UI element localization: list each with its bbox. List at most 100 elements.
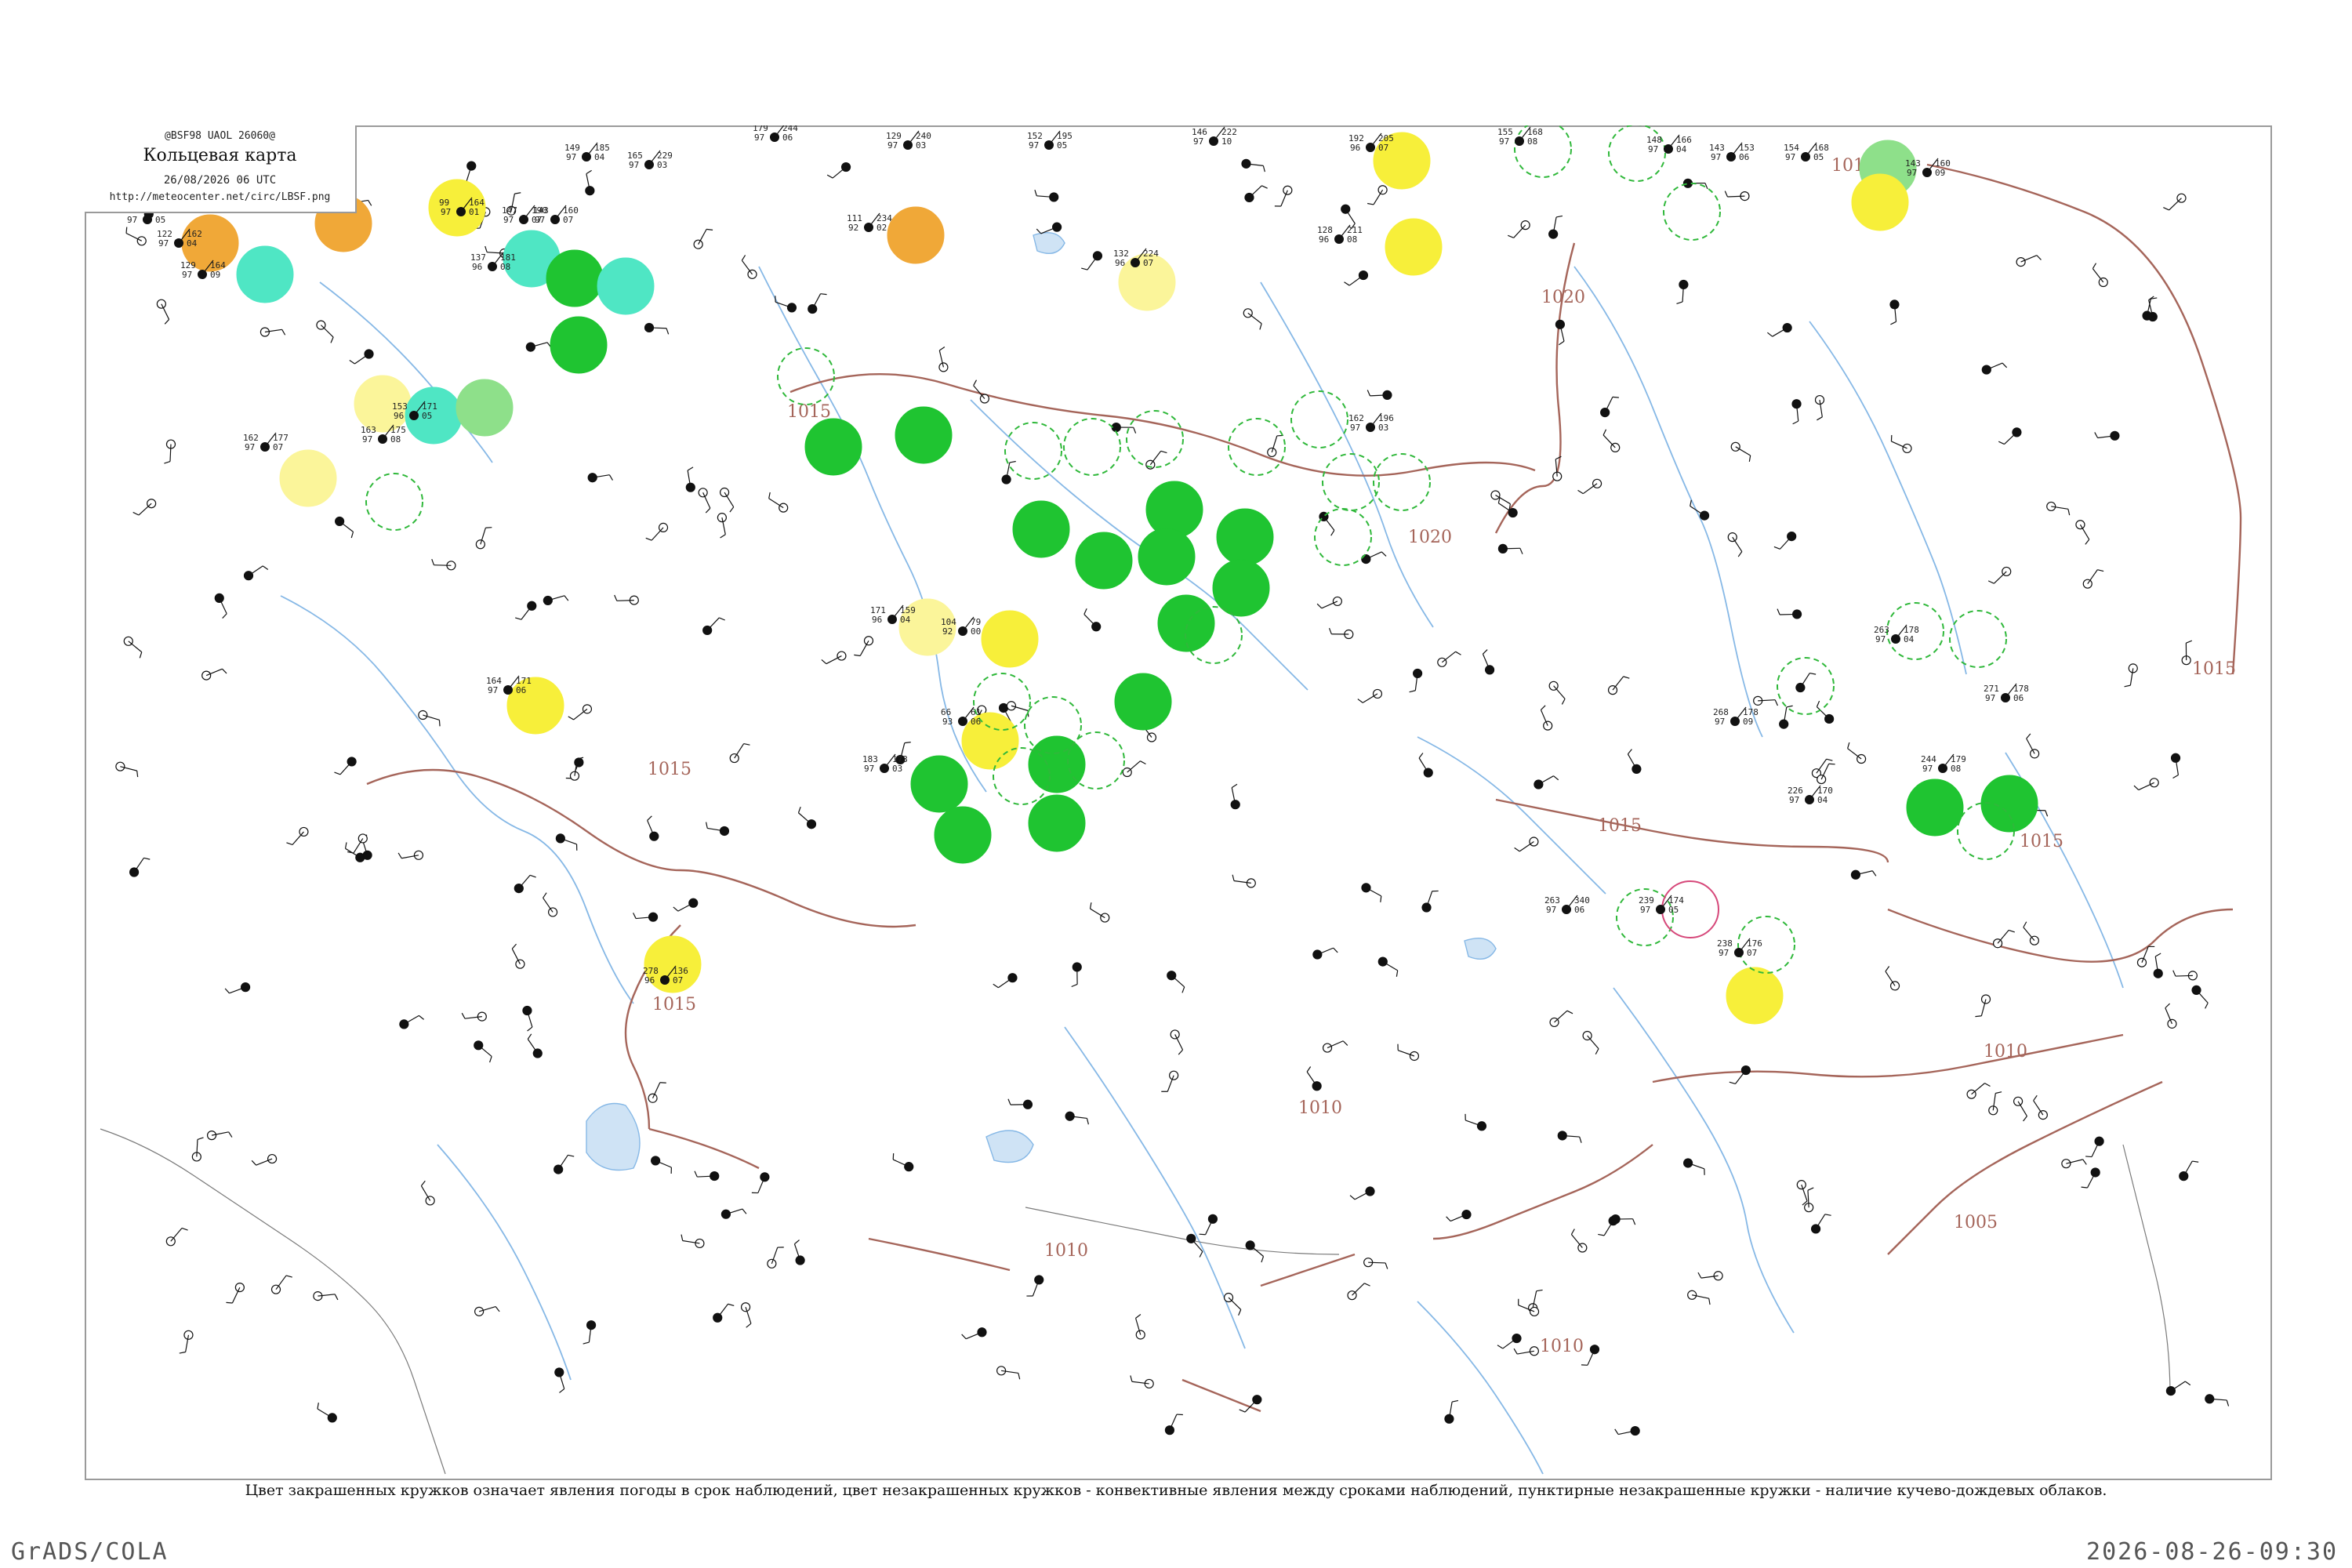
station-symbol [821, 651, 847, 665]
station-tendency: 03 [657, 160, 667, 170]
station-symbol [673, 898, 699, 912]
station-vis: 96 [394, 411, 404, 421]
station-plot: 179 24497 06 [753, 125, 798, 143]
station-symbol [1230, 783, 1240, 810]
station-tendency: 03 [892, 764, 902, 774]
station-symbol [165, 1227, 188, 1247]
weather-circle [1216, 508, 1274, 566]
station-plot: 192 20596 07 [1348, 132, 1394, 153]
station-symbol [2082, 569, 2104, 589]
isobar-label: 1015 [2192, 659, 2236, 679]
station-vis: 96 [1319, 234, 1329, 245]
station-symbol [693, 228, 713, 249]
station-symbol [2075, 520, 2090, 545]
weather-circle [1028, 735, 1086, 793]
borders [100, 1128, 2171, 1475]
station-symbol [1367, 185, 1388, 205]
station-symbol [1089, 902, 1110, 923]
station-symbol [1081, 251, 1103, 270]
station-symbol [347, 833, 368, 854]
station-tendency: 03 [1378, 423, 1388, 433]
station-symbol [316, 320, 334, 343]
station-symbol [808, 293, 827, 314]
station-symbol [206, 1131, 233, 1141]
station-symbol [694, 1171, 720, 1181]
station-vis: 97 [864, 764, 874, 774]
station-symbol [719, 487, 735, 513]
station-symbol [525, 342, 552, 352]
station-plot: 132 22496 07 [1113, 248, 1159, 268]
station-symbol [1804, 1187, 1814, 1213]
isobar-label: 1005 [1954, 1213, 1998, 1232]
station-symbol [1614, 1425, 1640, 1436]
legend-time: 26/08/2026 06 UTC [163, 174, 277, 187]
station-vis: 97 [1640, 905, 1650, 915]
station-symbol [1164, 1414, 1183, 1436]
station-symbol [1767, 322, 1792, 337]
station-symbol [1001, 460, 1016, 485]
station-symbol [1582, 1030, 1599, 1054]
station-symbol [286, 826, 309, 846]
station-vis: 97 [127, 215, 137, 225]
station-symbol [2124, 663, 2138, 688]
station-symbol [1975, 994, 1991, 1018]
station-symbol [1557, 1131, 1582, 1143]
station-symbol [648, 1082, 666, 1103]
station-symbol [1437, 651, 1461, 667]
station-tendency: 07 [273, 442, 283, 452]
station-symbol [741, 255, 757, 279]
station-symbol [2085, 1136, 2104, 1158]
station-symbol [1377, 956, 1399, 977]
weather-circle [804, 418, 862, 476]
station-symbol [1367, 390, 1392, 401]
station-symbol [698, 488, 711, 514]
station-symbol [2172, 970, 2198, 981]
station-symbol [1791, 399, 1802, 425]
station-plot: 143 16097 09 [1905, 158, 1951, 178]
station-symbol [226, 1283, 245, 1304]
isobar-label: 1015 [648, 760, 691, 779]
station-plot: 239 17497 05 [1639, 895, 1684, 915]
station-symbol [1600, 396, 1619, 418]
station-plot: 165 22997 03 [627, 150, 673, 170]
station-vis: 97 [441, 207, 451, 217]
cb-circle [1514, 125, 1572, 178]
station-symbol [1998, 427, 2022, 445]
station-symbol [1361, 883, 1382, 902]
station-symbol [125, 227, 147, 246]
cb-circle [1290, 390, 1348, 448]
station-vis: 97 [245, 442, 255, 452]
station-vis: 97 [503, 215, 514, 225]
cb-circle [365, 473, 423, 531]
station-symbol [1534, 775, 1559, 789]
weather-circle [1906, 779, 1964, 837]
station-symbol [1627, 749, 1642, 775]
cb-circle [1777, 657, 1835, 715]
weather-circle [279, 449, 337, 507]
station-symbol [1122, 760, 1146, 778]
cb-circle [1063, 418, 1121, 476]
station-symbol [459, 161, 477, 183]
station-symbol [1026, 1275, 1044, 1297]
station-symbol [1729, 1065, 1751, 1085]
station-vis: 97 [488, 685, 498, 695]
station-symbol [1508, 220, 1530, 238]
station-symbol [1186, 1233, 1203, 1258]
map-legend: @BSF98 UAOL 26060@ Кольцевая карта 26/08… [85, 125, 357, 213]
station-symbol [1357, 688, 1383, 703]
station-symbol [1363, 1258, 1388, 1269]
station-vis: 96 [472, 262, 482, 272]
station-symbol [706, 822, 730, 837]
station-vis: 97 [1711, 152, 1721, 162]
station-symbol [201, 668, 227, 681]
station-symbol [2013, 1096, 2027, 1122]
station-symbol [740, 1302, 752, 1328]
isobar-label: 1015 [2020, 832, 2063, 851]
station-symbol [251, 1153, 278, 1166]
legend-title: Кольцевая карта [143, 146, 297, 165]
station-symbol [334, 757, 357, 775]
station-vis: 97 [754, 132, 764, 143]
station-symbol [702, 617, 725, 636]
station-symbol [1727, 532, 1743, 557]
station-symbol [1361, 551, 1387, 564]
